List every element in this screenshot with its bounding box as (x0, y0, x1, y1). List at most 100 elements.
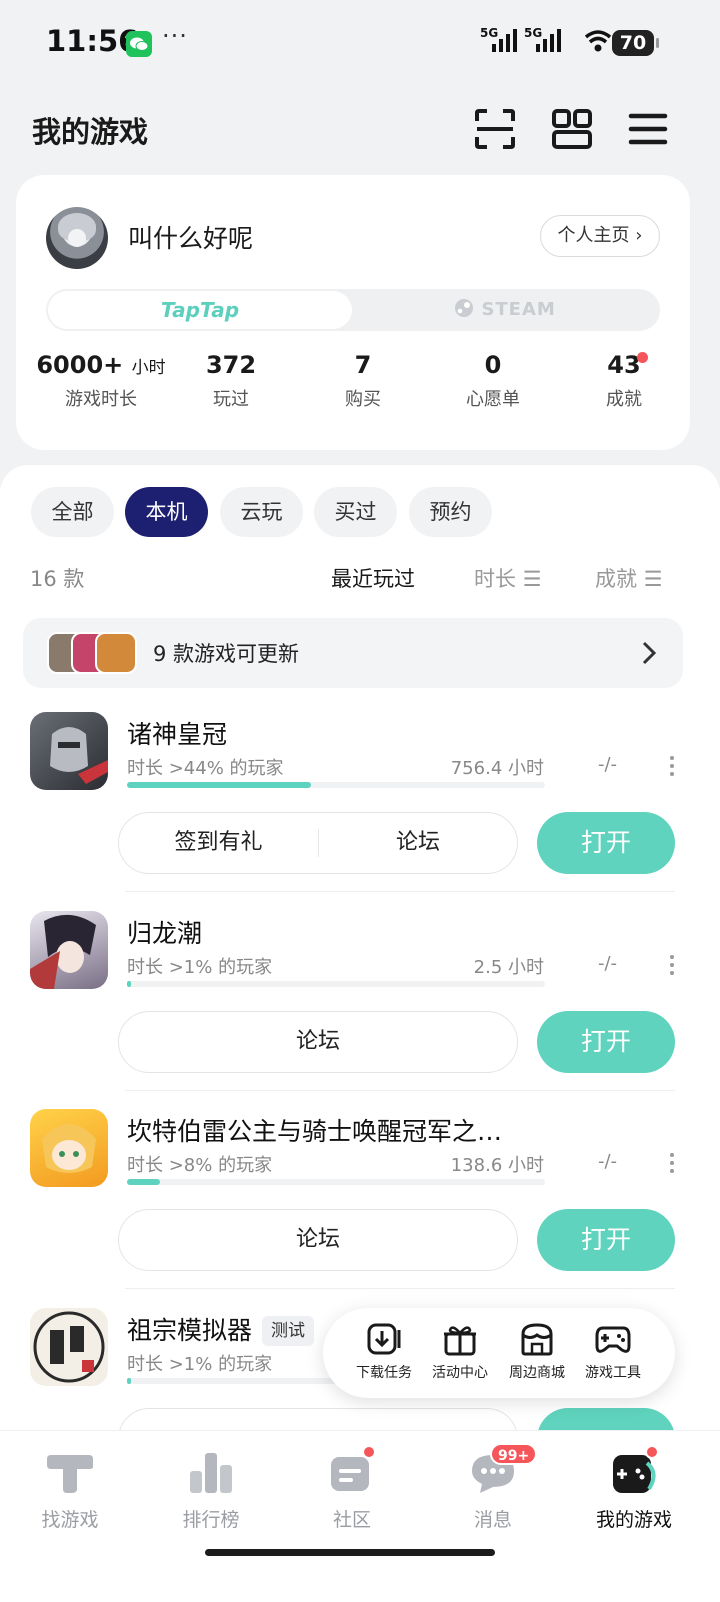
open-button[interactable]: 打开 (537, 1209, 675, 1271)
update-text: 9 款游戏可更新 (153, 642, 300, 666)
game-item[interactable]: 坎特伯雷公主与骑士唤醒冠军之… 时长 >8% 的玩家 138.6 小时 -/- … (0, 1099, 720, 1299)
update-game-thumb (95, 632, 137, 674)
forum-button[interactable]: 论坛 (319, 813, 517, 873)
filter-local[interactable]: 本机 (125, 487, 208, 537)
filter-cloud[interactable]: 云玩 (220, 487, 303, 537)
chevron-right-icon (642, 641, 657, 665)
stat-purchased[interactable]: 7 购买 (313, 351, 413, 411)
tab-label: 消息 (473, 1509, 512, 1531)
taptap-icon (47, 1455, 93, 1493)
filter-all[interactable]: 全部 (31, 487, 114, 537)
more-icon[interactable] (667, 754, 677, 778)
avatar[interactable] (46, 207, 108, 269)
more-icon[interactable] (667, 1151, 677, 1175)
update-banner[interactable]: 9 款游戏可更新 (23, 618, 683, 688)
stat-played[interactable]: 372 玩过 (181, 351, 281, 411)
game-icon (30, 712, 108, 790)
platform-steam-tab[interactable]: STEAM (352, 291, 658, 329)
progress-fill (127, 981, 132, 987)
tab-community[interactable]: 社区 (297, 1445, 407, 1532)
game-achievement: -/- (598, 1151, 618, 1172)
download-tasks-button[interactable]: 下载任务 (344, 1322, 424, 1382)
tab-my-games[interactable]: 我的游戏 (579, 1445, 689, 1532)
platform-taptap-tab[interactable]: TapTap (48, 291, 352, 329)
sort-achievement[interactable]: 成就 ☰ (595, 563, 663, 593)
game-hours: 2.5 小时 (473, 957, 544, 978)
tab-messages[interactable]: 消息 99+ (438, 1443, 548, 1532)
game-hours: 756.4 小时 (450, 758, 544, 779)
sort-icon: ☰ (522, 567, 542, 591)
game-name: 祖宗模拟器 测试 (127, 1311, 315, 1347)
stat-value: 0 (484, 351, 502, 379)
stat-achievements[interactable]: 43 成就 (574, 351, 674, 411)
status-more-icon: ··· (162, 22, 188, 50)
tab-label: 我的游戏 (595, 1509, 672, 1531)
layout-icon[interactable] (550, 107, 594, 151)
steam-icon (455, 299, 474, 317)
game-name: 坎特伯雷公主与骑士唤醒冠军之… (127, 1117, 503, 1146)
game-name: 诸神皇冠 (127, 720, 228, 749)
menu-icon[interactable] (626, 107, 670, 151)
sort-duration-label: 时长 (474, 567, 516, 591)
game-hours: 138.6 小时 (450, 1155, 544, 1176)
store-icon (521, 1323, 553, 1356)
action-pill: 论坛 (118, 1209, 518, 1271)
status-bar: 11:56 ··· 5G 5G 70 (0, 0, 720, 90)
homepage-label: 个人主页 (557, 225, 630, 246)
filter-reserved[interactable]: 预约 (409, 487, 492, 537)
stat-playtime[interactable]: 6000+ 小时 游戏时长 (36, 351, 166, 411)
tab-label: 排行榜 (182, 1509, 240, 1531)
action-pill: 签到有礼 论坛 (118, 812, 518, 874)
gamepad-icon (595, 1326, 631, 1353)
stat-label: 玩过 (213, 389, 249, 410)
stat-value: 372 (205, 351, 257, 379)
game-name-text: 祖宗模拟器 (127, 1316, 253, 1345)
battery-icon: 70 (612, 30, 659, 56)
signal-icon (492, 29, 517, 52)
game-playtime-rank: 时长 >1% 的玩家 (127, 1354, 273, 1375)
merch-store-button[interactable]: 周边商城 (497, 1322, 577, 1382)
action-pill: 论坛 (118, 1011, 518, 1073)
divider (125, 1288, 675, 1289)
quick-actions-panel: 下载任务 活动中心 周边商城 游戏工具 (323, 1308, 675, 1398)
profile-card: 叫什么好呢 个人主页 › TapTap STEAM 6000+ 小时 游戏时长 … (16, 175, 690, 450)
progress-fill (127, 1378, 132, 1384)
quick-label: 下载任务 (356, 1365, 412, 1381)
filter-bought[interactable]: 买过 (314, 487, 397, 537)
game-count: 16 款 (30, 567, 85, 591)
activity-center-button[interactable]: 活动中心 (420, 1322, 500, 1382)
forum-button[interactable]: 论坛 (119, 1210, 517, 1270)
test-badge: 测试 (262, 1316, 315, 1346)
game-tools-button[interactable]: 游戏工具 (573, 1322, 653, 1382)
stat-value: 43 (607, 351, 641, 379)
ranking-icon (190, 1453, 232, 1493)
tab-find-games[interactable]: 找游戏 (15, 1449, 125, 1532)
bottom-tab-bar: 找游戏 排行榜 社区 消息 99+ 我的游戏 (0, 1430, 720, 1602)
stat-value: 6000+ (36, 351, 124, 379)
stat-wishlist[interactable]: 0 心愿单 (443, 351, 543, 411)
open-button[interactable]: 打开 (537, 812, 675, 874)
wechat-icon (126, 31, 152, 57)
homepage-button[interactable]: 个人主页 › (540, 215, 660, 257)
sort-recent[interactable]: 最近玩过 (331, 563, 415, 593)
game-item[interactable]: 归龙潮 时长 >1% 的玩家 2.5 小时 -/- 论坛 打开 (0, 901, 720, 1101)
tab-rankings[interactable]: 排行榜 (156, 1449, 266, 1532)
scan-icon[interactable] (473, 107, 517, 151)
checkin-button[interactable]: 签到有礼 (119, 813, 318, 873)
divider (125, 891, 675, 892)
forum-button[interactable]: 论坛 (119, 1012, 517, 1072)
game-item[interactable]: 诸神皇冠 时长 >44% 的玩家 756.4 小时 -/- 签到有礼 论坛 打开 (0, 702, 720, 902)
status-time: 11:56 (46, 24, 139, 58)
quick-label: 游戏工具 (585, 1365, 641, 1381)
chevron-right-icon: › (635, 225, 643, 246)
download-icon (367, 1323, 401, 1355)
page-title: 我的游戏 (32, 115, 149, 149)
top-bar: 我的游戏 (0, 95, 720, 165)
more-icon[interactable] (667, 953, 677, 977)
game-achievement: -/- (598, 754, 618, 775)
playtime-progress (127, 782, 545, 788)
sort-duration[interactable]: 时长 ☰ (474, 563, 542, 593)
open-button[interactable]: 打开 (537, 1011, 675, 1073)
game-icon (30, 1109, 108, 1187)
games-panel: 全部 本机 云玩 买过 预约 16 款 最近玩过 时长 ☰ 成就 ☰ 9 款游戏… (0, 465, 720, 1445)
